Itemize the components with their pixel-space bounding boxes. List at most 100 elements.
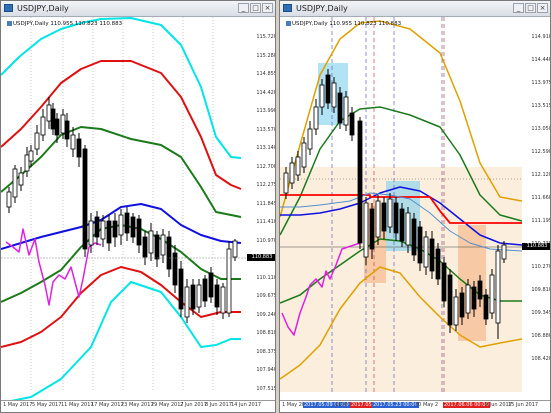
symbol-info: USDJPY,Daily 110.955 110.823 110.883 (286, 21, 401, 27)
price-tick-label: 113.975 (531, 80, 551, 86)
time-axis[interactable]: 1 May 2017 5 May 2017 11 May 2017 17 May 20… (1, 400, 275, 412)
price-chart[interactable] (280, 17, 522, 403)
candle-body (435, 248, 441, 280)
candle-body (208, 272, 214, 298)
minimize-button[interactable]: _ (238, 3, 249, 13)
candle-body (46, 104, 52, 122)
candle-body (313, 106, 319, 130)
candle-body (160, 234, 166, 256)
candle-body (393, 202, 399, 234)
time-tick-label: 15 Jun 2017 (508, 402, 539, 408)
candle-body (295, 156, 301, 176)
price-tick-label: 109.345 (531, 310, 551, 316)
price-tick-label: 110.110 (256, 274, 276, 281)
candle-body (142, 236, 148, 258)
price-tick-label: 111.410 (256, 219, 276, 226)
price-tick-label: 114.420 (256, 89, 276, 96)
candle-body (54, 118, 60, 136)
candle-body (489, 274, 495, 314)
ohlc-readout: USDJPY,Daily 110.955 110.823 110.883 (292, 21, 402, 27)
candle-body (166, 236, 172, 270)
window-title: USDJPY,Daily (296, 4, 348, 13)
time-tick-label: 29 May 2017 (151, 402, 184, 408)
price-tick-label: 113.140 (256, 145, 276, 152)
minimize-button[interactable]: _ (513, 3, 524, 13)
maximize-button[interactable]: □ (525, 3, 536, 13)
candle-body (112, 220, 118, 238)
candle-body (118, 214, 124, 236)
candle-body (441, 262, 447, 302)
candle-body (178, 268, 184, 310)
price-tick-label: 115.280 (256, 52, 276, 59)
candle-body (453, 296, 459, 326)
symbol-info: USDJPY,Daily 110.955 110.823 110.883 (7, 21, 122, 27)
price-tick-label: 112.590 (531, 149, 551, 155)
price-tick-label: 109.810 (531, 287, 551, 293)
candle-body (28, 150, 34, 162)
candle-body (6, 191, 12, 208)
candle-body (369, 208, 375, 250)
price-tick-label: 113.990 (256, 108, 276, 115)
chart-window-right[interactable]: USDJPY,Daily _ □ × USDJPY,Daily 110.955 11… (279, 0, 551, 413)
chart-app-icon (4, 4, 13, 12)
candle-body (477, 280, 483, 300)
candle-body (483, 294, 489, 320)
time-axis[interactable]: 1 May 2017 2017.05.09 00:00 11 M 2017.05.16… (280, 400, 550, 412)
price-axis[interactable]: 115.720 115.280 114.855 114.420 113.990 113.5… (247, 17, 276, 403)
window-title: USDJPY,Daily (17, 4, 69, 13)
candle-body (501, 244, 507, 260)
title-bar[interactable]: USDJPY,Daily _ □ × (1, 1, 275, 17)
candle-body (190, 284, 196, 310)
candle-body (184, 286, 190, 318)
price-tick-label: 111.660 (531, 195, 551, 201)
time-tick-label: 23 May 2017 (121, 402, 154, 408)
price-tick-label: 111.195 (531, 218, 551, 224)
price-tick-label: 108.880 (531, 333, 551, 339)
candle-body (154, 234, 160, 260)
candle-body (106, 220, 112, 244)
close-button[interactable]: × (537, 3, 548, 13)
price-tick-label: 114.855 (256, 71, 276, 78)
price-tick-label: 115.720 (256, 34, 276, 40)
candle-body (88, 220, 94, 246)
maximize-button[interactable]: □ (250, 3, 261, 13)
ohlc-readout: USDJPY,Daily 110.955 110.823 110.883 (13, 21, 123, 27)
candle-body (130, 216, 136, 238)
candle-body (24, 154, 30, 172)
candle-body (423, 236, 429, 268)
candle-body (301, 142, 307, 168)
candle-body (331, 82, 337, 108)
candle-body (319, 84, 325, 108)
price-tick-label: 114.910 (531, 34, 551, 40)
time-tick-label: 14 Jun 2017 (231, 402, 262, 408)
candle-body (220, 286, 226, 314)
price-tick-label: 114.440 (531, 57, 551, 63)
candle-body (399, 208, 405, 242)
candle-body (447, 274, 453, 326)
price-tick-label: 107.940 (256, 367, 276, 374)
time-tick-label: 11 M (335, 402, 348, 408)
candle-body (100, 220, 106, 240)
candle-body (343, 96, 349, 126)
candle-body (70, 134, 76, 150)
candle-body (283, 172, 289, 194)
candle-body (289, 162, 295, 184)
candle-body (387, 198, 393, 228)
time-tick-label: 11 May 2017 (61, 402, 94, 408)
chart-window-left[interactable]: USDJPY,Daily _ □ × USDJPY,Daily 110.955 11… (0, 0, 276, 413)
price-chart[interactable] (1, 17, 247, 403)
candle-body (381, 202, 387, 232)
candle-body (12, 168, 18, 198)
candle-body (325, 74, 331, 104)
candle-body (50, 108, 56, 130)
close-button[interactable]: × (262, 3, 273, 13)
title-bar[interactable]: USDJPY,Daily _ □ × (280, 1, 550, 17)
candle-body (94, 216, 100, 238)
candle-body (337, 92, 343, 124)
price-tick-label: 109.675 (256, 293, 276, 300)
price-axis[interactable]: 114.910 114.440 113.975 113.515 113.050 112.5… (522, 17, 551, 403)
time-tick-label: 17 May 2017 (91, 402, 124, 408)
candle-body (357, 120, 363, 244)
candle-body (202, 278, 208, 302)
candle-body (40, 116, 46, 136)
